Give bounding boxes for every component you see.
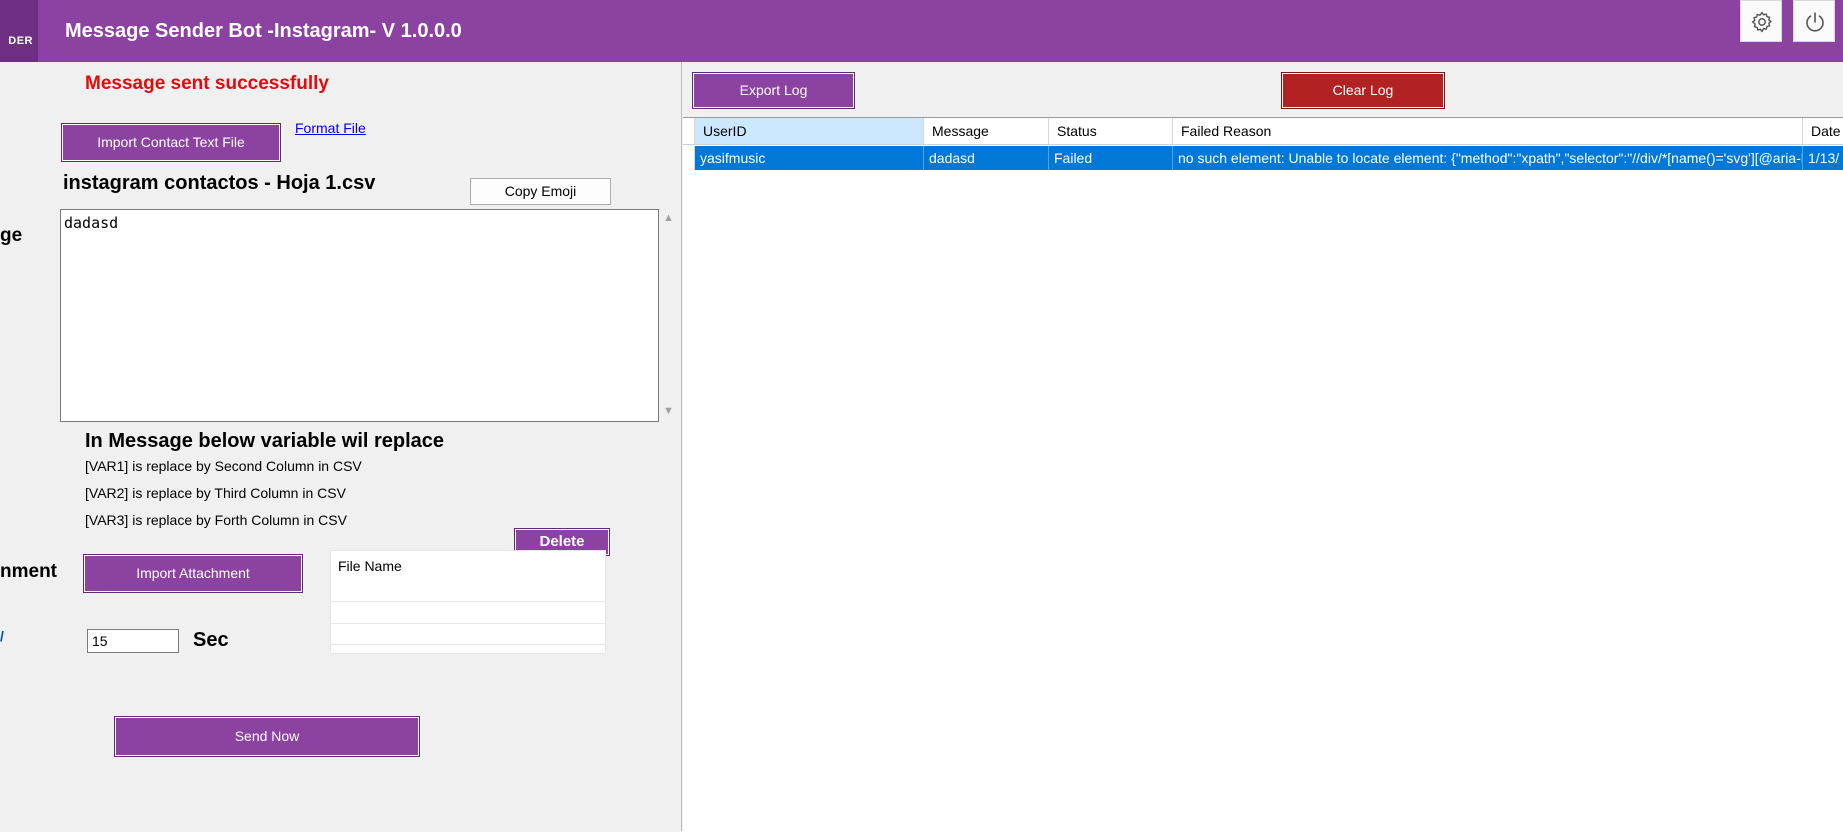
clear-log-button[interactable]: Clear Log xyxy=(1281,72,1445,109)
message-label: ge xyxy=(0,225,23,246)
variable-hint: [VAR2] is replace by Third Column in CSV xyxy=(85,485,346,501)
import-contact-button[interactable]: Import Contact Text File xyxy=(61,123,281,162)
column-header-status[interactable]: Status xyxy=(1049,118,1173,145)
variables-heading: In Message below variable wil replace xyxy=(85,430,445,452)
scroll-up-arrow-icon[interactable]: ▲ xyxy=(663,212,674,224)
import-attachment-button[interactable]: Import Attachment xyxy=(83,554,303,593)
copy-emoji-button[interactable]: Copy Emoji xyxy=(470,178,611,205)
format-file-link[interactable]: Format File xyxy=(295,120,366,136)
send-now-button[interactable]: Send Now xyxy=(114,716,420,757)
column-header-userid[interactable]: UserID xyxy=(695,118,924,145)
list-row-divider xyxy=(331,601,605,602)
app-title: Message Sender Bot -Instagram- V 1.0.0.0 xyxy=(65,20,462,42)
list-row-divider xyxy=(331,623,605,624)
column-header-message[interactable]: Message xyxy=(924,118,1049,145)
file-name-column-header: File Name xyxy=(338,558,402,574)
loaded-file-name: instagram contactos - Hoja 1.csv xyxy=(63,172,376,194)
variable-hint: [VAR1] is replace by Second Column in CS… xyxy=(85,458,362,474)
logo-text: DER xyxy=(8,35,33,47)
status-message: Message sent successfully xyxy=(85,73,329,94)
row-header-corner xyxy=(683,118,695,145)
table-cell-date[interactable]: 1/13/ xyxy=(1803,146,1843,170)
gear-icon xyxy=(1751,11,1772,33)
power-button[interactable] xyxy=(1793,0,1835,42)
panel-divider xyxy=(681,62,682,831)
table-cell-userid[interactable]: yasifmusic xyxy=(695,146,924,170)
delay-label: / xyxy=(0,628,4,644)
attachment-file-list[interactable]: File Name xyxy=(330,550,606,654)
table-cell-failed-reason[interactable]: no such element: Unable to locate elemen… xyxy=(1173,146,1803,170)
power-icon xyxy=(1806,12,1824,32)
column-header-date[interactable]: Date xyxy=(1803,118,1843,145)
message-textarea[interactable]: dadasd xyxy=(60,209,659,422)
attachment-label: nment xyxy=(0,561,57,582)
app-logo: DER xyxy=(0,0,38,62)
log-table[interactable]: UserID Message Status Failed Reason Date… xyxy=(683,117,1843,832)
list-row-divider xyxy=(331,644,605,645)
delay-seconds-input[interactable]: 15 xyxy=(87,629,179,653)
variable-hint: [VAR3] is replace by Forth Column in CSV xyxy=(85,512,347,528)
row-header[interactable] xyxy=(683,146,695,170)
delay-unit-label: Sec xyxy=(193,629,229,651)
settings-button[interactable] xyxy=(1740,0,1782,42)
export-log-button[interactable]: Export Log xyxy=(692,72,855,109)
table-cell-message[interactable]: dadasd xyxy=(924,146,1049,170)
table-cell-status[interactable]: Failed xyxy=(1049,146,1173,170)
column-header-failed-reason[interactable]: Failed Reason xyxy=(1173,118,1803,145)
scroll-down-arrow-icon[interactable]: ▼ xyxy=(663,405,674,417)
